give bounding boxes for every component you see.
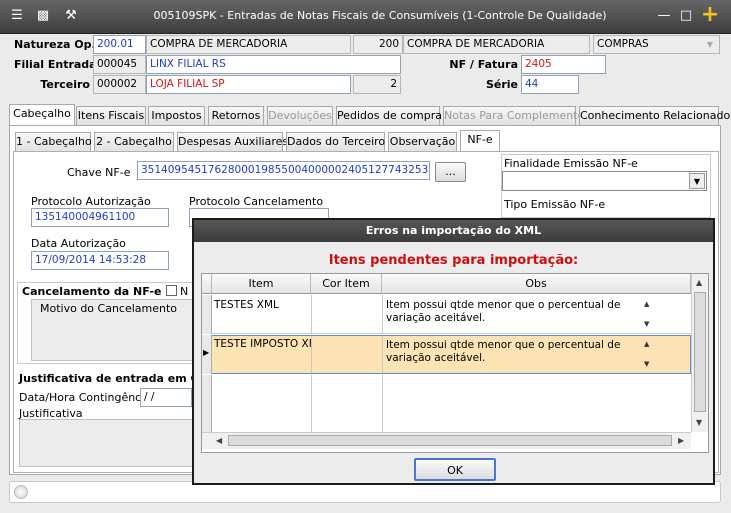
contingencia-label: Data/Hora Contingência [19, 391, 152, 404]
status-indicator-icon [14, 485, 28, 499]
scroll-down-icon[interactable]: ▼ [696, 418, 702, 427]
row-selector[interactable] [202, 295, 212, 334]
tab-conhecimento[interactable]: Conhecimento Relacionado [579, 106, 730, 126]
maximize-button[interactable]: □ [678, 8, 694, 24]
terceiro-name-field[interactable]: LOJA FILIAL SP [146, 75, 351, 94]
grid-corner [202, 274, 212, 294]
natureza-code-field[interactable]: 200.01 [93, 35, 146, 54]
terceiro-code-field: 000002 [93, 75, 146, 94]
natureza-label: Natureza Op. [14, 38, 96, 51]
col-header-obs[interactable]: Obs [382, 274, 691, 294]
chave-label: Chave NF-e [67, 166, 131, 179]
serie-field[interactable]: 44 [521, 75, 579, 94]
tipo-value: COMPRAS [597, 38, 649, 50]
tab-pedidos-compra[interactable]: Pedidos de compra [336, 106, 442, 126]
row-selector-empty [202, 375, 212, 432]
row-item: TESTE IMPOSTO XM [214, 338, 311, 350]
pending-items-grid: Item Cor Item Obs TESTES XML Item possui… [201, 273, 709, 453]
dialog-subtitle: Itens pendentes para importação: [328, 253, 579, 268]
chave-field[interactable]: 3514095451762800019855004000002405127743… [137, 161, 430, 180]
scroll-down-icon[interactable]: ▼ [644, 320, 649, 328]
ok-button[interactable]: OK [414, 458, 496, 481]
cancel-checkbox[interactable] [166, 285, 177, 296]
tab-notas-complemento: Notas Para Complemento [443, 106, 584, 126]
justificativa-title: Justificativa de entrada em Co [19, 372, 207, 385]
cancelamento-title: Cancelamento da NF-e [22, 285, 162, 298]
table-row[interactable]: TESTES XML Item possui qtde menor que o … [202, 295, 691, 334]
cfop-desc-field: COMPRA DE MERCADORIA [403, 35, 590, 54]
dialog-title: Erros na importação do XML [194, 220, 713, 242]
window-title: 005109SPK - Entradas de Notas Fiscais de… [153, 9, 607, 22]
filial-label: Filial Entrada [14, 58, 97, 71]
tab-devolucoes: Devoluções [267, 106, 333, 126]
tab-itens-fiscais[interactable]: Itens Fiscais [76, 106, 146, 126]
subtab-2-cabecalho[interactable]: 2 - Cabeçalho [94, 132, 174, 152]
menu-icon[interactable]: ☰ [8, 7, 26, 25]
chevron-down-icon[interactable]: ▼ [689, 173, 705, 189]
data-aut-field[interactable]: 17/09/2014 14:53:28 [31, 251, 169, 270]
grid-vertical-scrollbar[interactable]: ▲ ▼ [691, 274, 708, 432]
chevron-down-icon[interactable]: ▼ [703, 37, 717, 52]
subtab-1-cabecalho[interactable]: 1 - Cabeçalho [15, 132, 92, 152]
filial-name-field[interactable]: LINX FILIAL RS [146, 55, 401, 74]
nf-label: NF / Fatura [449, 58, 518, 71]
finalidade-select[interactable]: ▼ [502, 171, 707, 191]
tipo-select[interactable]: COMPRAS ▼ [593, 35, 720, 54]
col-header-cor-item[interactable]: Cor Item [311, 274, 382, 294]
cancel-checkbox-label: N [180, 285, 189, 298]
protocolo-canc-label: Protocolo Cancelamento [189, 195, 324, 208]
tab-retornos[interactable]: Retornos [208, 106, 264, 126]
tipo-emissao-label: Tipo Emissão NF-e [504, 198, 606, 211]
row-obs-line1: Item possui qtde menor que o percentual … [386, 339, 621, 351]
motivo-label: Motivo do Cancelamento [40, 302, 178, 315]
minimize-button[interactable]: — [656, 8, 672, 24]
tab-impostos[interactable]: Impostos [148, 106, 205, 126]
col-header-item[interactable]: Item [212, 274, 311, 294]
cfop-num-field: 200 [353, 35, 403, 54]
wrench-icon[interactable]: ⚒ [62, 7, 80, 25]
terceiro-num-field: 2 [353, 75, 401, 94]
h-scroll-thumb[interactable] [228, 435, 672, 446]
scroll-thumb[interactable] [694, 292, 706, 412]
scroll-up-icon[interactable]: ▲ [644, 300, 649, 308]
protocolo-aut-field[interactable]: 135140004961100 [31, 208, 169, 227]
scroll-up-icon[interactable]: ▲ [644, 340, 649, 348]
scroll-down-icon[interactable]: ▼ [644, 360, 649, 368]
finalidade-label: Finalidade Emissão NF-e [504, 157, 638, 170]
table-row[interactable]: ▶ TESTE IMPOSTO XM Item possui qtde meno… [202, 335, 691, 374]
natureza-desc-field: COMPRA DE MERCADORIA [146, 35, 351, 54]
row-obs-line2: variação aceitável. [386, 352, 486, 364]
chave-lookup-button[interactable]: ... [435, 162, 466, 182]
protocolo-aut-label: Protocolo Autorização [31, 195, 151, 208]
subtab-nfe[interactable]: NF-e [460, 130, 500, 152]
data-aut-label: Data Autorização [31, 237, 126, 250]
contingencia-field[interactable]: / / [140, 388, 192, 407]
current-row-icon: ▶ [203, 348, 210, 357]
import-errors-dialog: Erros na importação do XML Itens pendent… [192, 218, 715, 485]
add-icon[interactable]: + [700, 3, 720, 27]
terceiro-label: Terceiro [40, 78, 90, 91]
serie-label: Série [485, 78, 518, 91]
nf-field[interactable]: 2405 [521, 55, 606, 74]
subtab-despesas[interactable]: Despesas Auxiliares [177, 132, 288, 152]
row-obs-line1: Item possui qtde menor que o percentual … [386, 299, 621, 311]
tab-cabecalho[interactable]: Cabeçalho [9, 104, 75, 126]
traffic-light-icon[interactable]: ▩ [34, 7, 52, 25]
row-obs-line2: variação aceitável. [386, 312, 486, 324]
grid-horizontal-scrollbar[interactable]: ◀ ▶ [202, 432, 691, 449]
scroll-left-icon[interactable]: ◀ [216, 436, 222, 445]
filial-code-field: 000045 [93, 55, 146, 74]
subtab-dados-terceiro[interactable]: Dados do Terceiro [286, 132, 385, 152]
scroll-up-icon[interactable]: ▲ [696, 278, 702, 287]
justificativa-area[interactable] [19, 419, 195, 467]
subtab-observacao[interactable]: Observação [388, 132, 457, 152]
title-bar: ☰ ▩ ⚒ 005109SPK - Entradas de Notas Fisc… [0, 0, 731, 34]
row-selector[interactable]: ▶ [202, 335, 212, 374]
scroll-right-icon[interactable]: ▶ [678, 436, 684, 445]
row-item: TESTES XML [214, 299, 279, 311]
